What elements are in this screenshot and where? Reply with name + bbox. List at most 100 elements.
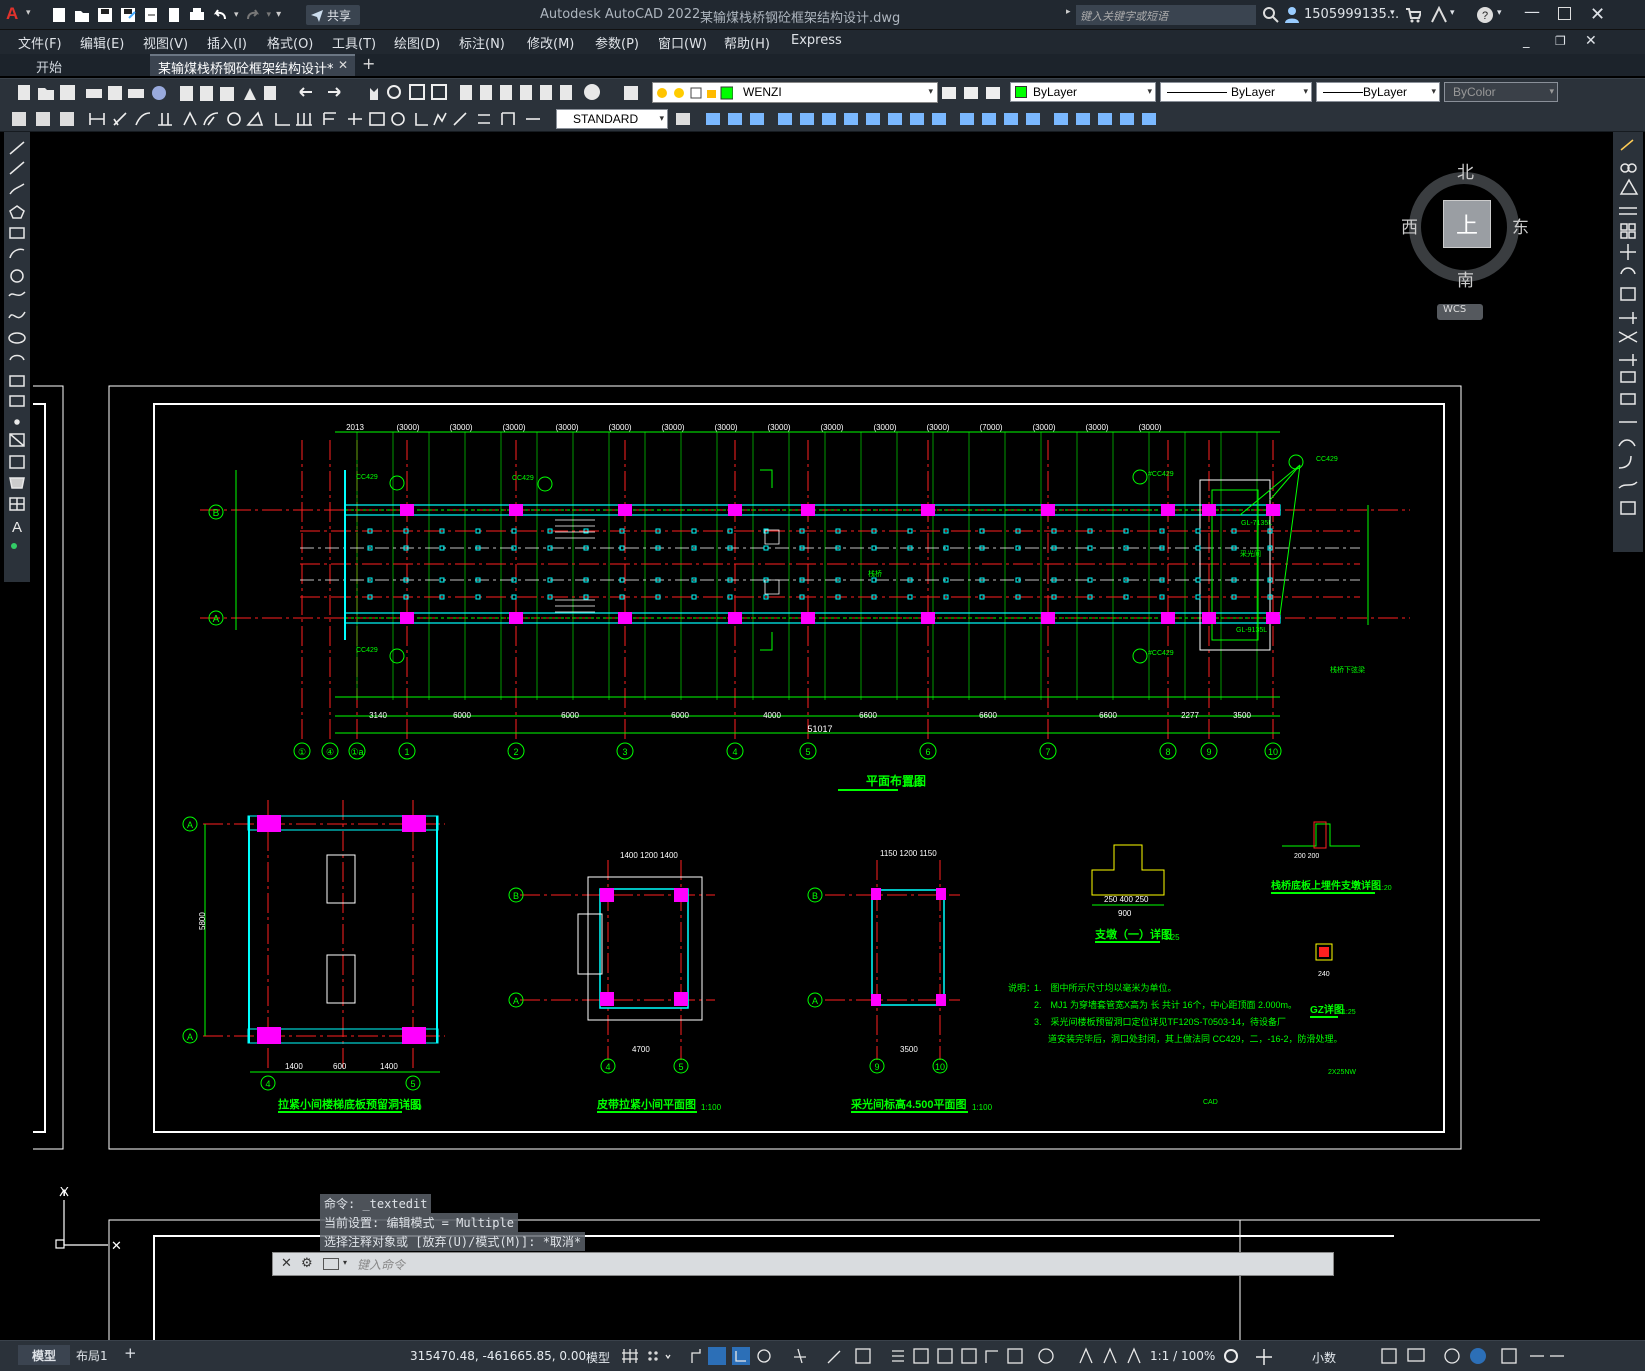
linetype-combo[interactable]: ByLayer ▾ bbox=[1160, 82, 1312, 102]
customize-qat-icon[interactable]: ▾ bbox=[276, 9, 281, 24]
break-icon bbox=[1620, 393, 1636, 405]
note3: 3. 采光间楼板预留洞口定位详见TF120S-T0503-14，待设备厂 bbox=[1034, 1016, 1286, 1027]
publish-icon[interactable] bbox=[165, 6, 183, 24]
command-recent-icon[interactable] bbox=[323, 1258, 339, 1270]
menu-dimension[interactable]: 标注(N) bbox=[459, 33, 505, 52]
search-input[interactable]: 键入关键字或短语 bbox=[1076, 5, 1256, 25]
menu-help[interactable]: 帮助(H) bbox=[724, 33, 770, 52]
compass-south[interactable]: 南 bbox=[1457, 266, 1474, 291]
coordinates[interactable]: 315470.48, -461665.85, 0.00 bbox=[410, 1349, 586, 1363]
open-icon[interactable] bbox=[73, 6, 91, 24]
mirror-icon bbox=[1619, 178, 1639, 195]
app-menu-chevron-icon[interactable]: ▾ bbox=[26, 8, 31, 18]
menu-modify[interactable]: 修改(M) bbox=[527, 33, 574, 52]
dim-top-label: (3000) bbox=[820, 423, 843, 432]
add-layout-button[interactable]: + bbox=[124, 1344, 137, 1362]
tb-properties-icon bbox=[460, 85, 472, 100]
new-tab-button[interactable]: + bbox=[362, 54, 375, 73]
user-name[interactable]: 1505999135... bbox=[1304, 7, 1399, 22]
save-as-icon[interactable] bbox=[119, 6, 137, 24]
workspace-icons bbox=[1224, 1349, 1272, 1365]
menu-insert[interactable]: 插入(I) bbox=[207, 33, 247, 52]
color-combo[interactable]: ByLayer ▾ bbox=[1010, 82, 1156, 102]
tb-save-icon bbox=[60, 85, 75, 100]
extend-icon bbox=[1619, 354, 1637, 366]
redo-icon[interactable] bbox=[244, 6, 262, 24]
undo-icon[interactable] bbox=[211, 6, 229, 24]
autodesk-app-dropdown-icon[interactable]: ▾ bbox=[1450, 8, 1455, 18]
autocad-logo-icon[interactable]: A bbox=[6, 4, 24, 24]
rotate-icon bbox=[1620, 267, 1636, 275]
search-icon[interactable] bbox=[1262, 6, 1280, 24]
layer-combo[interactable]: WENZI ▾ bbox=[652, 82, 938, 103]
compass-east[interactable]: 东 bbox=[1512, 213, 1529, 238]
minimize-icon[interactable]: — bbox=[1524, 2, 1540, 21]
drawing-canvas[interactable]: 2013 (3000) (3000) (3000) (3000) (3000) (3000)… bbox=[32, 132, 1610, 1340]
command-recent-dropdown-icon[interactable]: ▾ bbox=[343, 1258, 347, 1267]
command-customize-icon[interactable]: ⚙ bbox=[301, 1256, 313, 1271]
tab-start[interactable]: 开始 bbox=[8, 54, 148, 76]
annotation-scale[interactable]: 1:1 / 100% bbox=[1150, 1349, 1215, 1363]
menu-tools[interactable]: 工具(T) bbox=[332, 33, 376, 52]
search-expand-icon[interactable]: ▸ bbox=[1066, 7, 1071, 17]
drawing-svg: 2013 (3000) (3000) (3000) (3000) (3000) (3000)… bbox=[33, 385, 1540, 1340]
new-icon[interactable] bbox=[50, 6, 68, 24]
autodesk-app-icon[interactable] bbox=[1430, 6, 1448, 24]
compass-north[interactable]: 北 bbox=[1457, 158, 1474, 183]
plan-column bbox=[1202, 612, 1216, 624]
layer-dropdown-icon[interactable]: ▾ bbox=[928, 87, 933, 97]
maximize-icon[interactable] bbox=[1558, 7, 1571, 20]
tab-layout1[interactable]: 布局1 bbox=[76, 1347, 108, 1364]
menu-window[interactable]: 窗口(W) bbox=[658, 33, 707, 52]
plan-dot bbox=[691, 594, 697, 600]
menu-view[interactable]: 视图(V) bbox=[143, 33, 188, 52]
units[interactable]: 小数 bbox=[1312, 1349, 1336, 1366]
command-close-icon[interactable]: ✕ bbox=[281, 1256, 292, 1271]
plot-icon[interactable] bbox=[188, 6, 206, 24]
doc-minimize-icon[interactable]: _ bbox=[1523, 34, 1530, 49]
wcs-menu[interactable]: WCS bbox=[1437, 304, 1483, 320]
command-input[interactable]: 键入命令 bbox=[357, 1256, 405, 1273]
viewcube[interactable]: 上 北 南 西 东 WCS bbox=[1399, 150, 1529, 320]
svg-text:A: A bbox=[513, 996, 519, 1006]
plotstyle-combo[interactable]: ByColor ▾ bbox=[1444, 82, 1558, 102]
layer-tools-icons bbox=[942, 87, 1000, 99]
detail3-title: 采光间标高4.500平面图 bbox=[850, 1097, 967, 1111]
axis-bubble-label: 8 bbox=[1165, 747, 1170, 757]
help-icon[interactable]: ? bbox=[1476, 6, 1494, 24]
save-icon[interactable] bbox=[96, 6, 114, 24]
cart-icon[interactable] bbox=[1405, 7, 1421, 23]
circle-tool-icon bbox=[10, 269, 24, 283]
doc-close-icon[interactable]: ✕ bbox=[1585, 33, 1597, 49]
menu-express[interactable]: Express bbox=[791, 33, 842, 48]
close-icon[interactable]: ✕ bbox=[1590, 4, 1605, 25]
help-dropdown-icon[interactable]: ▾ bbox=[1497, 8, 1502, 18]
table-tool-icon bbox=[9, 497, 25, 511]
tab-close-icon[interactable]: ✕ bbox=[338, 58, 348, 72]
svg-text:240: 240 bbox=[1318, 971, 1330, 978]
viewcube-top-face[interactable]: 上 bbox=[1443, 200, 1491, 248]
menu-draw[interactable]: 绘图(D) bbox=[394, 33, 440, 52]
erase-icon bbox=[1620, 139, 1634, 151]
open-sheet-icon[interactable] bbox=[142, 6, 160, 24]
menu-format[interactable]: 格式(O) bbox=[267, 33, 313, 52]
plotstyle-dropdown-icon: ▾ bbox=[1549, 86, 1554, 96]
polar-icon bbox=[757, 1349, 771, 1363]
user-icon[interactable] bbox=[1284, 6, 1300, 24]
lineweight-combo[interactable]: ByLayer ▾ bbox=[1316, 82, 1440, 102]
compass-west[interactable]: 西 bbox=[1401, 213, 1418, 238]
doc-restore-icon[interactable]: ❐ bbox=[1555, 34, 1566, 48]
user-dropdown-icon[interactable]: ▾ bbox=[1390, 8, 1395, 18]
menu-edit[interactable]: 编辑(E) bbox=[80, 33, 124, 52]
undo-dropdown-icon[interactable]: ▾ bbox=[234, 10, 239, 24]
model-space-button[interactable]: 模型 bbox=[586, 1349, 610, 1366]
redo-dropdown-icon[interactable]: ▾ bbox=[267, 10, 272, 24]
menu-parametric[interactable]: 参数(P) bbox=[595, 33, 639, 52]
menu-file[interactable]: 文件(F) bbox=[18, 33, 62, 52]
tab-model[interactable]: 模型 bbox=[18, 1345, 70, 1365]
tab-document[interactable]: 某输煤栈桥钢砼框架结构设计* ✕ bbox=[150, 54, 355, 77]
bracket-scale: 1:20 bbox=[1378, 885, 1392, 892]
share-button[interactable]: 共享 bbox=[306, 5, 360, 25]
dimstyle-combo[interactable]: STANDARD ▾ bbox=[556, 109, 668, 129]
svg-text:4700: 4700 bbox=[632, 1045, 650, 1054]
